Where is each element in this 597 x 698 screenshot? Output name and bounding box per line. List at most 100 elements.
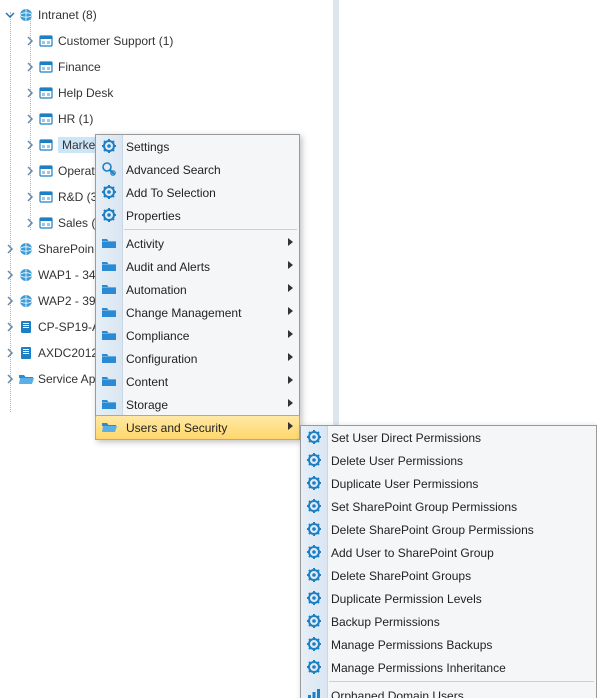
- tree-item[interactable]: HR (1): [0, 106, 330, 132]
- tree-item-label: WAP1 - 34: [38, 268, 96, 282]
- context-menu-main-item[interactable]: Properties: [96, 204, 299, 227]
- gear-icon: [101, 184, 117, 200]
- context-submenu-item[interactable]: Manage Permissions Backups: [301, 633, 596, 656]
- context-submenu-item[interactable]: Set User Direct Permissions: [301, 426, 596, 449]
- gear-icon: [306, 659, 322, 675]
- gear-icon: [306, 429, 322, 445]
- context-menu-main-item[interactable]: Activity: [96, 232, 299, 255]
- context-submenu-item[interactable]: Duplicate User Permissions: [301, 472, 596, 495]
- menu-separator: [329, 681, 594, 682]
- twisty-collapsed-icon[interactable]: [24, 140, 36, 150]
- context-menu-main-item[interactable]: Storage: [96, 393, 299, 416]
- tree-item-label: Operat: [58, 164, 95, 178]
- menu-item-label: Storage: [126, 398, 168, 412]
- context-menu-main-item[interactable]: Compliance: [96, 324, 299, 347]
- tree-item-label: R&D (3: [58, 190, 97, 204]
- context-menu-main-item[interactable]: Audit and Alerts: [96, 255, 299, 278]
- twisty-collapsed-icon[interactable]: [4, 348, 16, 358]
- menu-item-label: Automation: [126, 283, 187, 297]
- context-submenu-item[interactable]: Orphaned Domain Users: [301, 684, 596, 698]
- menu-item-label: Add User to SharePoint Group: [331, 546, 494, 560]
- submenu-arrow-icon: [288, 238, 293, 246]
- menu-item-label: Duplicate Permission Levels: [331, 592, 482, 606]
- menu-item-label: Change Management: [126, 306, 241, 320]
- context-submenu-item[interactable]: Delete SharePoint Group Permissions: [301, 518, 596, 541]
- site-icon: [38, 33, 54, 49]
- folder-icon: [101, 281, 117, 297]
- twisty-collapsed-icon[interactable]: [4, 374, 16, 384]
- context-submenu-item[interactable]: Duplicate Permission Levels: [301, 587, 596, 610]
- site-icon: [38, 59, 54, 75]
- gear-icon: [306, 613, 322, 629]
- gear-icon: [306, 498, 322, 514]
- twisty-collapsed-icon[interactable]: [4, 296, 16, 306]
- tree-item-label: Sales (: [58, 216, 95, 230]
- context-submenu-users-security: Set User Direct Permissions Delete User P…: [300, 425, 597, 698]
- menu-separator: [124, 229, 297, 230]
- tree-item-label: Finance: [58, 60, 101, 74]
- globe-icon: [18, 267, 34, 283]
- twisty-collapsed-icon[interactable]: [24, 114, 36, 124]
- twisty-collapsed-icon[interactable]: [24, 166, 36, 176]
- twisty-collapsed-icon[interactable]: [24, 36, 36, 46]
- menu-item-label: Set SharePoint Group Permissions: [331, 500, 517, 514]
- tree-item-label: HR (1): [58, 112, 93, 126]
- tree-item[interactable]: Help Desk: [0, 80, 330, 106]
- gear-icon: [306, 475, 322, 491]
- twisty-collapsed-icon[interactable]: [4, 270, 16, 280]
- context-menu-main-item[interactable]: Change Management: [96, 301, 299, 324]
- twisty-collapsed-icon[interactable]: [4, 244, 16, 254]
- menu-item-label: Delete User Permissions: [331, 454, 463, 468]
- menu-item-label: Delete SharePoint Group Permissions: [331, 523, 534, 537]
- folder-icon: [101, 373, 117, 389]
- context-menu-main-item[interactable]: Automation: [96, 278, 299, 301]
- server-icon: [18, 345, 34, 361]
- menu-item-label: Manage Permissions Backups: [331, 638, 492, 652]
- site-icon: [38, 163, 54, 179]
- context-menu-main-item[interactable]: Add To Selection: [96, 181, 299, 204]
- twisty-collapsed-icon[interactable]: [24, 192, 36, 202]
- context-submenu-item[interactable]: Manage Permissions Inheritance: [301, 656, 596, 679]
- menu-item-label: Settings: [126, 140, 169, 154]
- tree-item-intranet[interactable]: Intranet (8): [0, 2, 330, 28]
- submenu-arrow-icon: [288, 261, 293, 269]
- context-submenu-item[interactable]: Delete User Permissions: [301, 449, 596, 472]
- submenu-arrow-icon: [288, 399, 293, 407]
- menu-item-label: Backup Permissions: [331, 615, 440, 629]
- context-submenu-item[interactable]: Add User to SharePoint Group: [301, 541, 596, 564]
- folder-icon: [101, 235, 117, 251]
- submenu-arrow-icon: [288, 307, 293, 315]
- folder-icon: [101, 350, 117, 366]
- twisty-collapsed-icon[interactable]: [4, 322, 16, 332]
- tree-item-label: WAP2 - 39: [38, 294, 96, 308]
- globe-icon: [18, 293, 34, 309]
- twisty-collapsed-icon[interactable]: [24, 218, 36, 228]
- twisty-collapsed-icon[interactable]: [24, 88, 36, 98]
- submenu-arrow-icon: [288, 376, 293, 384]
- context-submenu-item[interactable]: Delete SharePoint Groups: [301, 564, 596, 587]
- tree-item[interactable]: Finance: [0, 54, 330, 80]
- tree-item[interactable]: Customer Support (1): [0, 28, 330, 54]
- tree-item-label: Intranet (8): [38, 8, 97, 22]
- globe-icon: [18, 7, 34, 23]
- context-menu-main-item[interactable]: Content: [96, 370, 299, 393]
- menu-item-label: Properties: [126, 209, 181, 223]
- menu-item-label: Audit and Alerts: [126, 260, 210, 274]
- context-submenu-item[interactable]: Set SharePoint Group Permissions: [301, 495, 596, 518]
- tree-item-label: CP-SP19-A: [38, 320, 100, 334]
- context-menu-main-item[interactable]: Users and Security: [95, 415, 300, 440]
- context-menu-main-item[interactable]: Advanced Search: [96, 158, 299, 181]
- gear-icon: [306, 636, 322, 652]
- context-menu-main-item[interactable]: Settings: [96, 135, 299, 158]
- gear-icon: [306, 521, 322, 537]
- twisty-expanded-icon[interactable]: [4, 10, 16, 20]
- search-gear-icon: [101, 161, 117, 177]
- menu-item-label: Set User Direct Permissions: [331, 431, 481, 445]
- tree-item-label: Service Ap: [38, 372, 95, 386]
- context-submenu-item[interactable]: Backup Permissions: [301, 610, 596, 633]
- context-menu-main-item[interactable]: Configuration: [96, 347, 299, 370]
- menu-item-label: Manage Permissions Inheritance: [331, 661, 506, 675]
- tree-item-label: AXDC2012: [38, 346, 98, 360]
- menu-item-label: Compliance: [126, 329, 189, 343]
- twisty-collapsed-icon[interactable]: [24, 62, 36, 72]
